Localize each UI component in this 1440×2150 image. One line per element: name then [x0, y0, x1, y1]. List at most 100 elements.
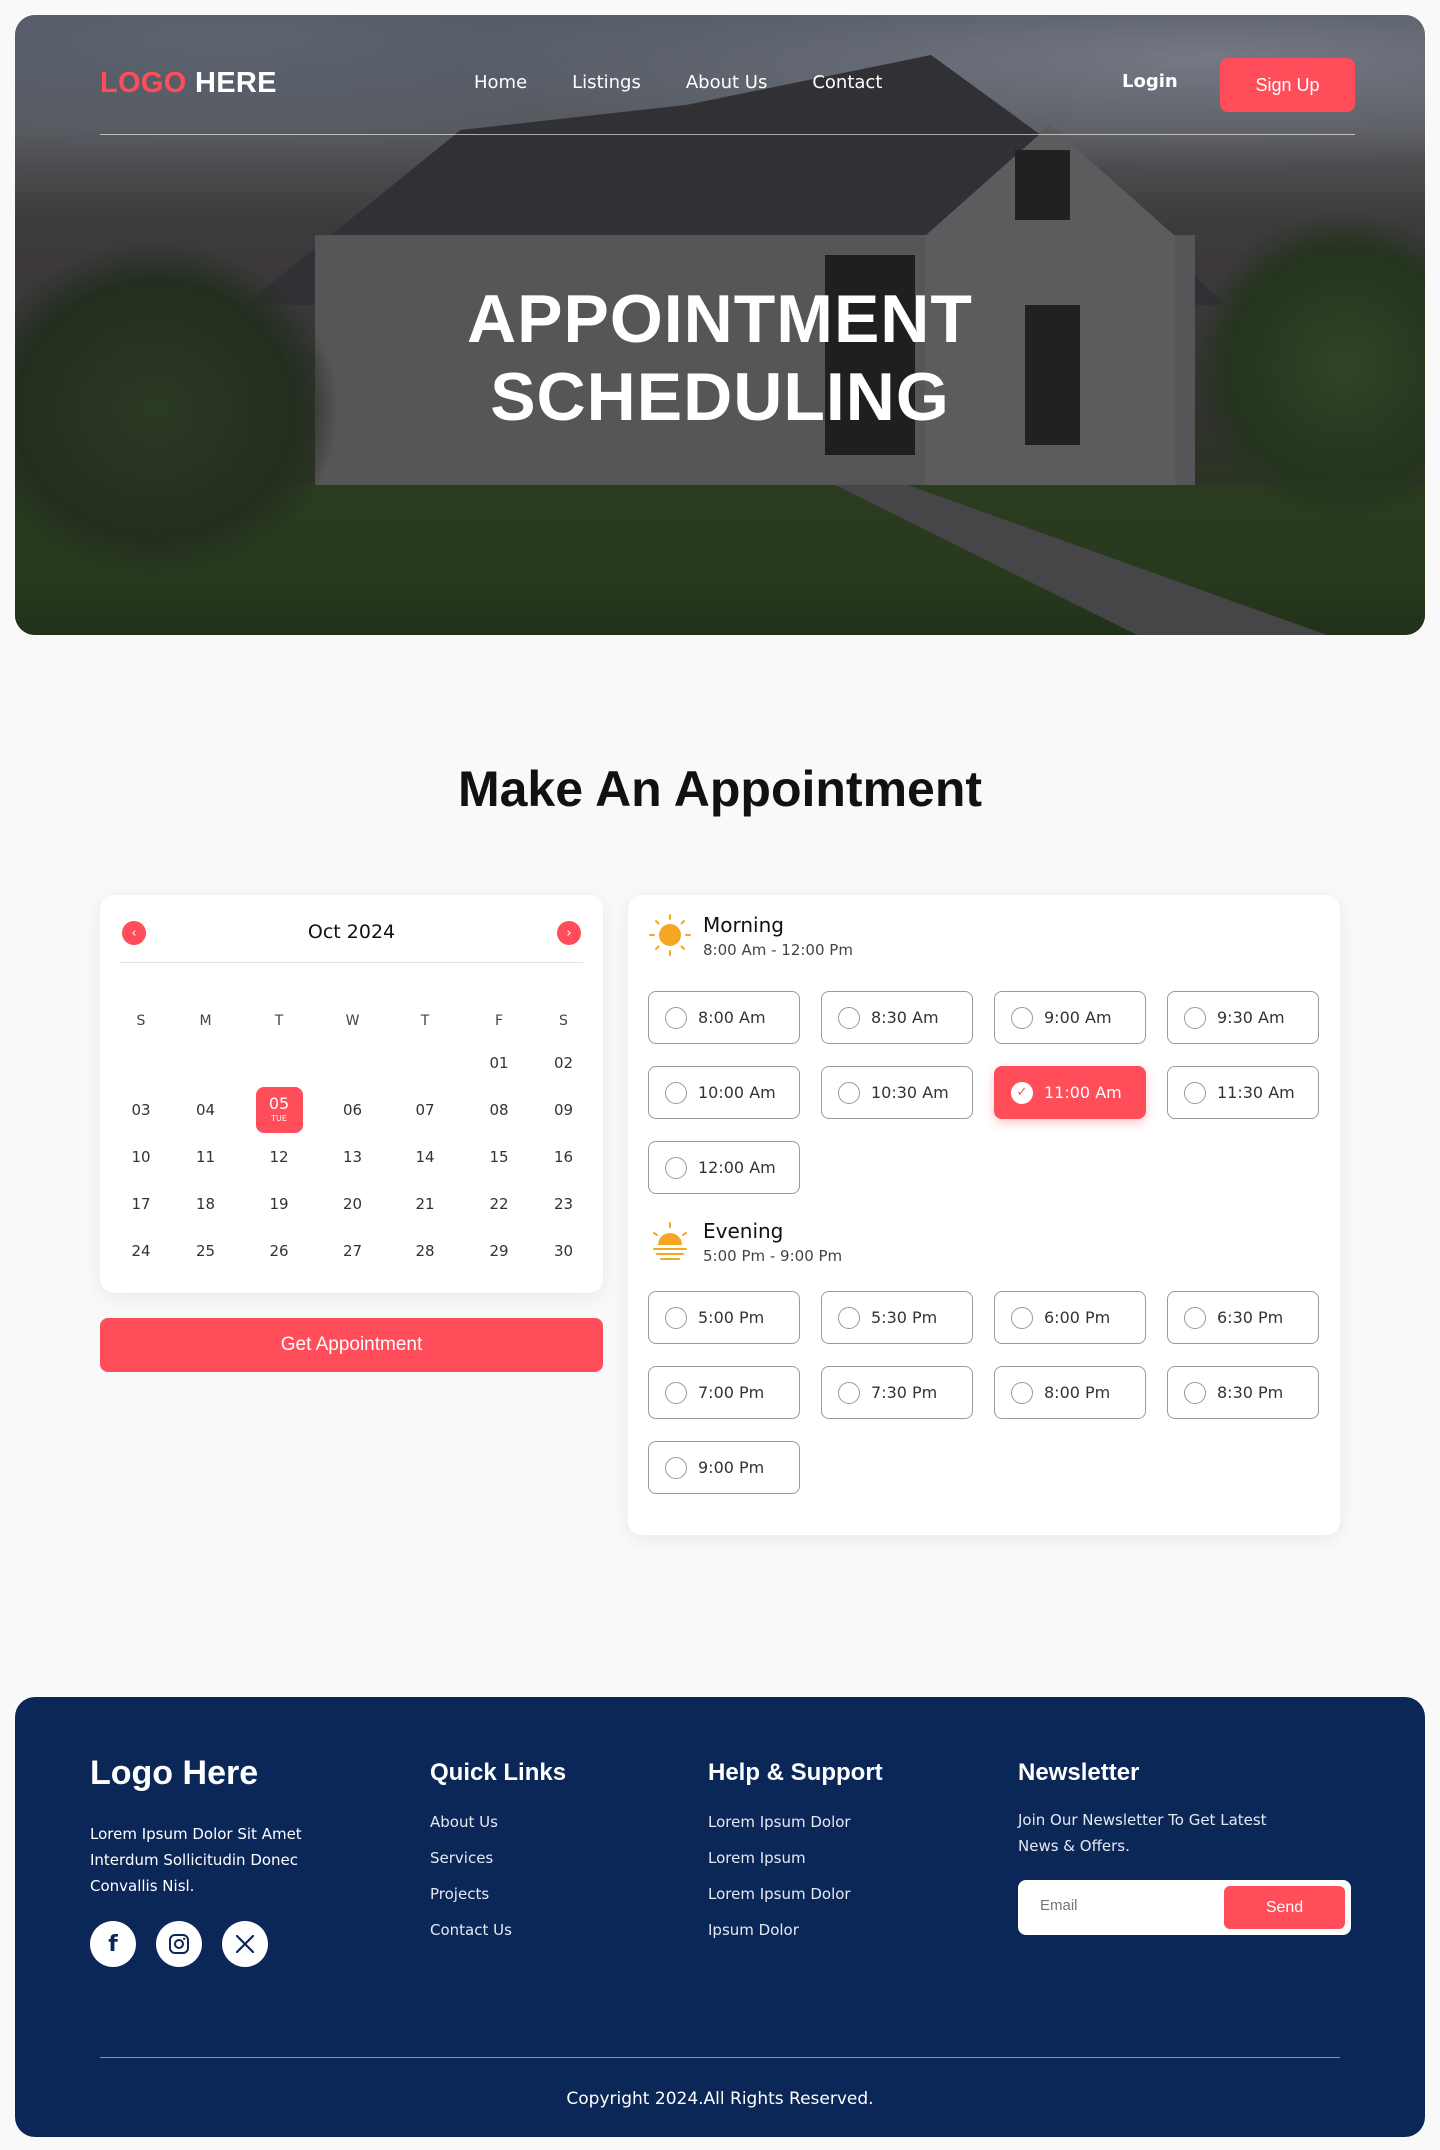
calendar-day[interactable]: 22: [464, 1195, 534, 1213]
signup-button[interactable]: Sign Up: [1220, 58, 1355, 112]
footer-link[interactable]: About Us: [430, 1813, 512, 1849]
time-slot[interactable]: 5:30 Pm: [821, 1291, 973, 1344]
calendar-day[interactable]: 11: [172, 1148, 239, 1166]
morning-label: Morning: [703, 913, 784, 937]
calendar-day[interactable]: 28: [386, 1242, 464, 1260]
time-slot[interactable]: 12:00 Am: [648, 1141, 800, 1194]
nav-menu: Home Listings About Us Contact: [474, 72, 882, 93]
login-link[interactable]: Login: [1122, 71, 1178, 92]
time-slot[interactable]: 8:30 Pm: [1167, 1366, 1319, 1419]
calendar-week: 24 25 26 27 28 29 30: [110, 1227, 593, 1274]
calendar-day[interactable]: 14: [386, 1148, 464, 1166]
hero-banner: LOGO HERE Home Listings About Us Contact…: [15, 15, 1425, 635]
calendar-day[interactable]: 13: [319, 1148, 386, 1166]
chevron-right-icon[interactable]: ›: [557, 921, 581, 945]
calendar-day[interactable]: 08: [464, 1101, 534, 1119]
section-title: Make An Appointment: [457, 761, 983, 817]
calendar-month: Oct 2024: [307, 921, 396, 943]
time-slot[interactable]: 9:00 Pm: [648, 1441, 800, 1494]
calendar-day[interactable]: 09: [534, 1101, 593, 1119]
time-slot[interactable]: 11:30 Am: [1167, 1066, 1319, 1119]
nav-contact[interactable]: Contact: [812, 72, 882, 93]
nav-home[interactable]: Home: [474, 72, 527, 93]
calendar-day[interactable]: 27: [319, 1242, 386, 1260]
time-slot[interactable]: 9:30 Am: [1167, 991, 1319, 1044]
footer-logo[interactable]: Logo Here: [90, 1754, 258, 1793]
selected-day-badge[interactable]: 05 TUE: [255, 1086, 303, 1133]
nav-about-us[interactable]: About Us: [686, 72, 768, 93]
time-slot-label: 9:00 Pm: [698, 1458, 765, 1477]
calendar-day[interactable]: 01: [464, 1054, 534, 1072]
logo[interactable]: LOGO HERE: [100, 67, 277, 100]
time-slot-label: 5:30 Pm: [871, 1308, 938, 1327]
calendar-day[interactable]: 19: [239, 1195, 319, 1213]
calendar-day[interactable]: 02: [534, 1054, 593, 1072]
calendar-week: 17 18 19 20 21 22 23: [110, 1180, 593, 1227]
footer-link[interactable]: Contact Us: [430, 1921, 512, 1957]
calendar-day[interactable]: 07: [386, 1101, 464, 1119]
calendar-day[interactable]: 17: [110, 1195, 172, 1213]
footer-link[interactable]: Ipsum Dolor: [708, 1921, 851, 1957]
calendar-day-selected[interactable]: 05 TUE: [239, 1086, 319, 1133]
time-slot-label: 8:30 Pm: [1217, 1383, 1284, 1402]
calendar-day[interactable]: 26: [239, 1242, 319, 1260]
time-slot[interactable]: 9:00 Am: [994, 991, 1146, 1044]
time-slot[interactable]: 8:00 Am: [648, 991, 800, 1044]
x-icon[interactable]: [222, 1921, 268, 1967]
calendar-day[interactable]: 25: [172, 1242, 239, 1260]
calendar-day[interactable]: 18: [172, 1195, 239, 1213]
footer-link[interactable]: Services: [430, 1849, 512, 1885]
time-slot[interactable]: 7:00 Pm: [648, 1366, 800, 1419]
time-slot-label: 11:30 Am: [1217, 1083, 1295, 1102]
time-slot-label: 10:30 Am: [871, 1083, 949, 1102]
footer-link[interactable]: Lorem Ipsum Dolor: [708, 1813, 851, 1849]
calendar-day[interactable]: 04: [172, 1101, 239, 1119]
time-slot-selected[interactable]: ✓ 11:00 Am: [994, 1066, 1146, 1119]
instagram-glyph: [169, 1934, 189, 1954]
time-slot[interactable]: 6:00 Pm: [994, 1291, 1146, 1344]
time-slot[interactable]: 10:00 Am: [648, 1066, 800, 1119]
footer-link[interactable]: Projects: [430, 1885, 512, 1921]
footer-link[interactable]: Lorem Ipsum Dolor: [708, 1885, 851, 1921]
time-slot-label: 7:00 Pm: [698, 1383, 765, 1402]
footer-link[interactable]: Lorem Ipsum: [708, 1849, 851, 1885]
check-icon: ✓: [1011, 1081, 1033, 1104]
time-slot-label: 7:30 Pm: [871, 1383, 938, 1402]
newsletter-title: Newsletter: [1018, 1759, 1140, 1786]
send-button[interactable]: Send: [1224, 1886, 1345, 1929]
time-slot[interactable]: 8:00 Pm: [994, 1366, 1146, 1419]
nav-listings[interactable]: Listings: [572, 72, 641, 93]
radio-icon: [1184, 1381, 1206, 1404]
calendar-grid: S M T W T F S 01 02 03 04 05 TUE 06 07 08 09 10 11 12 13 14 15…: [110, 1003, 593, 1274]
calendar-day[interactable]: 12: [239, 1148, 319, 1166]
weekday-label: T: [274, 1013, 284, 1029]
calendar-day[interactable]: 16: [534, 1148, 593, 1166]
time-slot[interactable]: 8:30 Am: [821, 991, 973, 1044]
time-slot[interactable]: 5:00 Pm: [648, 1291, 800, 1344]
selected-day-number: 05: [268, 1094, 290, 1113]
calendar-day[interactable]: 23: [534, 1195, 593, 1213]
calendar-day[interactable]: 10: [110, 1148, 172, 1166]
weekday-label: S: [559, 1013, 568, 1029]
radio-icon: [665, 1456, 687, 1479]
get-appointment-button[interactable]: Get Appointment: [100, 1318, 603, 1372]
calendar-day[interactable]: 06: [319, 1101, 386, 1119]
calendar-header: ‹ Oct 2024 ›: [120, 917, 583, 963]
facebook-icon[interactable]: f: [90, 1921, 136, 1967]
email-field[interactable]: [1040, 1897, 1190, 1914]
weekday-label: M: [199, 1013, 212, 1029]
calendar-day[interactable]: 20: [319, 1195, 386, 1213]
time-slot[interactable]: 10:30 Am: [821, 1066, 973, 1119]
time-slot[interactable]: 7:30 Pm: [821, 1366, 973, 1419]
selected-day-weekday: TUE: [271, 1114, 287, 1123]
calendar-day[interactable]: 30: [534, 1242, 593, 1260]
evening-label: Evening: [703, 1219, 784, 1243]
calendar-day[interactable]: 15: [464, 1148, 534, 1166]
calendar-day[interactable]: 29: [464, 1242, 534, 1260]
time-slot[interactable]: 6:30 Pm: [1167, 1291, 1319, 1344]
radio-icon: [1184, 1306, 1206, 1329]
calendar-day[interactable]: 21: [386, 1195, 464, 1213]
calendar-day[interactable]: 24: [110, 1242, 172, 1260]
calendar-day[interactable]: 03: [110, 1101, 172, 1119]
instagram-icon[interactable]: [156, 1921, 202, 1967]
